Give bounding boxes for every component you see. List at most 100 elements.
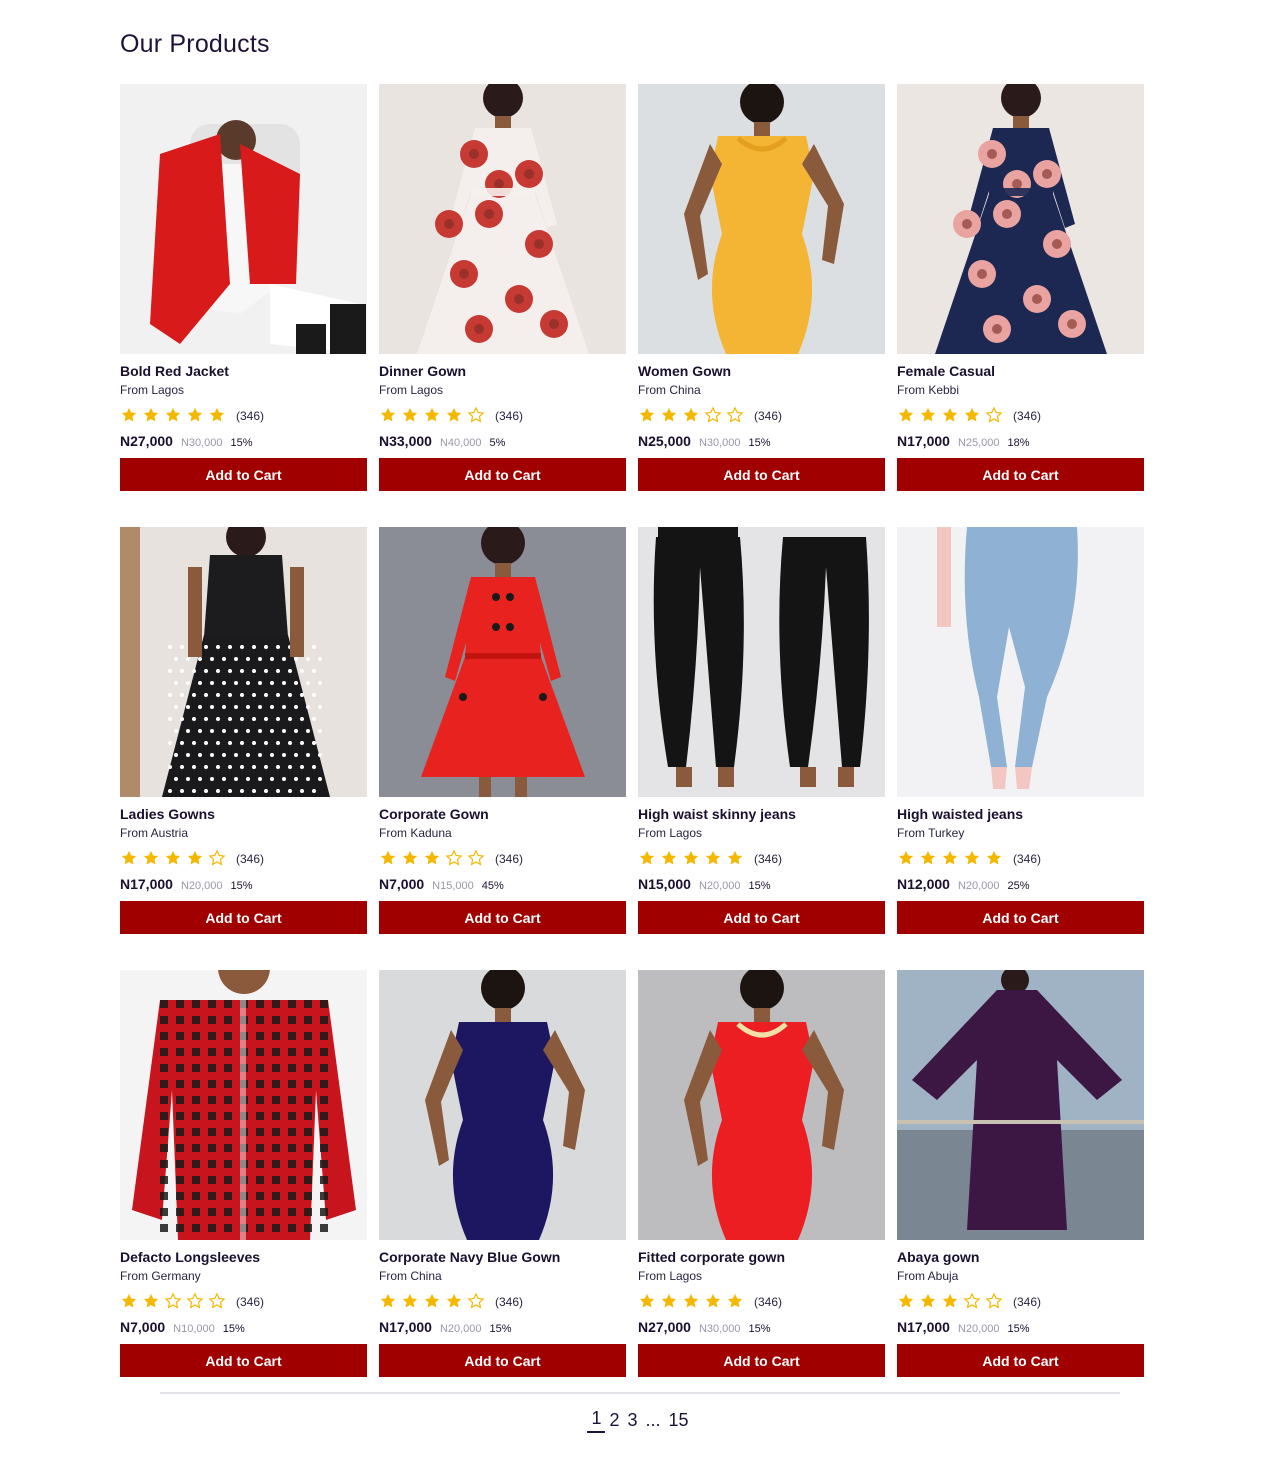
add-to-cart-button[interactable]: Add to Cart <box>379 458 626 491</box>
star-filled-icon <box>726 849 748 869</box>
review-count: (346) <box>495 852 524 866</box>
star-filled-icon <box>379 1292 401 1312</box>
product-origin: From Lagos <box>120 383 185 397</box>
discount-badge: 15% <box>748 880 771 892</box>
add-to-cart-button[interactable]: Add to Cart <box>638 1344 885 1377</box>
product-image[interactable] <box>120 527 367 797</box>
page-link-last[interactable]: 15 <box>665 1410 693 1431</box>
product-title[interactable]: Women Gown <box>638 363 731 379</box>
star-outline-icon <box>985 1292 1007 1312</box>
add-to-cart-button[interactable]: Add to Cart <box>120 901 367 934</box>
current-price: N7,000 <box>120 1319 166 1335</box>
discount-badge: 15% <box>489 1323 512 1335</box>
product-rating: (346) <box>120 849 264 869</box>
add-to-cart-button[interactable]: Add to Cart <box>638 458 885 491</box>
star-filled-icon <box>660 406 682 426</box>
product-title[interactable]: Dinner Gown <box>379 363 466 379</box>
product-image[interactable] <box>120 84 367 354</box>
star-filled-icon <box>919 849 941 869</box>
page-link-2[interactable]: 2 <box>605 1410 623 1431</box>
add-to-cart-button[interactable]: Add to Cart <box>120 1344 367 1377</box>
product-image[interactable] <box>379 970 626 1240</box>
product-title[interactable]: Corporate Gown <box>379 806 489 822</box>
product-prices: N7,000 N15,000 45% <box>379 876 504 892</box>
star-filled-icon <box>423 849 445 869</box>
add-to-cart-button[interactable]: Add to Cart <box>120 458 367 491</box>
product-rating: (346) <box>638 406 782 426</box>
current-price: N33,000 <box>379 433 432 449</box>
product-card: Women Gown From China (346) N25,000 N30,… <box>638 84 885 491</box>
product-title[interactable]: Defacto Longsleeves <box>120 1249 260 1265</box>
product-image[interactable] <box>897 84 1144 354</box>
product-image[interactable] <box>120 970 367 1240</box>
star-filled-icon <box>120 849 142 869</box>
page-link-3[interactable]: 3 <box>623 1410 641 1431</box>
add-to-cart-button[interactable]: Add to Cart <box>897 1344 1144 1377</box>
product-rating: (346) <box>379 1292 523 1312</box>
product-image[interactable] <box>897 527 1144 797</box>
product-image[interactable] <box>897 970 1144 1240</box>
product-origin: From Lagos <box>638 1269 703 1283</box>
product-title[interactable]: Ladies Gowns <box>120 806 215 822</box>
product-title[interactable]: High waisted jeans <box>897 806 1023 822</box>
star-filled-icon <box>638 849 660 869</box>
star-filled-icon <box>142 1292 164 1312</box>
product-title[interactable]: High waist skinny jeans <box>638 806 796 822</box>
add-to-cart-button[interactable]: Add to Cart <box>379 1344 626 1377</box>
star-filled-icon <box>726 1292 748 1312</box>
star-filled-icon <box>897 849 919 869</box>
star-filled-icon <box>638 406 660 426</box>
discount-badge: 15% <box>222 1323 245 1335</box>
product-image[interactable] <box>638 527 885 797</box>
pagination-ellipsis: ... <box>645 1410 661 1430</box>
original-price: N20,000 <box>439 1323 482 1335</box>
star-outline-icon <box>726 406 748 426</box>
product-card: Ladies Gowns From Austria (346) N17,000 … <box>120 527 367 934</box>
product-image[interactable] <box>638 970 885 1240</box>
review-count: (346) <box>754 409 783 423</box>
product-origin: From Kebbi <box>897 383 960 397</box>
current-price: N17,000 <box>897 1319 950 1335</box>
add-to-cart-button[interactable]: Add to Cart <box>638 901 885 934</box>
star-outline-icon <box>186 1292 208 1312</box>
divider <box>160 1392 1120 1394</box>
star-outline-icon <box>208 1292 230 1312</box>
star-filled-icon <box>963 406 985 426</box>
product-image[interactable] <box>379 84 626 354</box>
product-image[interactable] <box>638 84 885 354</box>
star-filled-icon <box>704 1292 726 1312</box>
star-filled-icon <box>704 849 726 869</box>
discount-badge: 5% <box>489 437 506 449</box>
star-filled-icon <box>120 1292 142 1312</box>
original-price: N10,000 <box>173 1323 215 1335</box>
add-to-cart-button[interactable]: Add to Cart <box>897 458 1144 491</box>
review-count: (346) <box>495 409 524 423</box>
star-filled-icon <box>401 1292 423 1312</box>
product-title[interactable]: Fitted corporate gown <box>638 1249 785 1265</box>
star-filled-icon <box>682 849 704 869</box>
discount-badge: 45% <box>481 880 504 892</box>
current-price: N25,000 <box>638 433 691 449</box>
star-filled-icon <box>985 849 1007 869</box>
add-to-cart-button[interactable]: Add to Cart <box>379 901 626 934</box>
star-outline-icon <box>963 1292 985 1312</box>
page-link-1[interactable]: 1 <box>587 1408 606 1433</box>
star-outline-icon <box>164 1292 186 1312</box>
product-origin: From Abuja <box>897 1269 959 1283</box>
add-to-cart-button[interactable]: Add to Cart <box>897 901 1144 934</box>
product-rating: (346) <box>120 1292 264 1312</box>
product-title[interactable]: Abaya gown <box>897 1249 979 1265</box>
star-filled-icon <box>445 1292 467 1312</box>
product-title[interactable]: Bold Red Jacket <box>120 363 229 379</box>
product-card: Corporate Navy Blue Gown From China (346… <box>379 970 626 1377</box>
product-title[interactable]: Female Casual <box>897 363 995 379</box>
product-title[interactable]: Corporate Navy Blue Gown <box>379 1249 560 1265</box>
star-filled-icon <box>186 849 208 869</box>
star-filled-icon <box>423 406 445 426</box>
product-rating: (346) <box>897 1292 1041 1312</box>
product-prices: N25,000 N30,000 15% <box>638 433 771 449</box>
product-card: Bold Red Jacket From Lagos (346) N27,000… <box>120 84 367 491</box>
product-image[interactable] <box>379 527 626 797</box>
review-count: (346) <box>236 1295 265 1309</box>
star-outline-icon <box>467 406 489 426</box>
